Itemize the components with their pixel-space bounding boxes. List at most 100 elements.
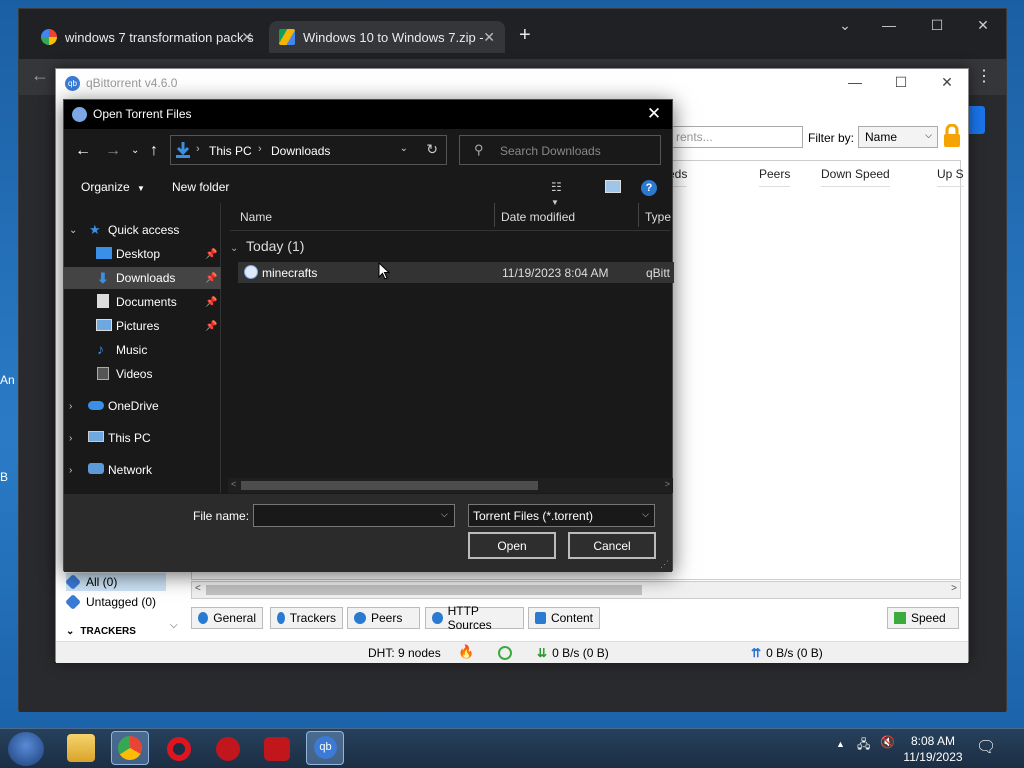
chrome-taskbar-button[interactable] xyxy=(111,731,149,765)
tab-http-sources[interactable]: HTTP Sources xyxy=(425,604,524,632)
nav-pictures[interactable]: Pictures 📌 xyxy=(64,315,221,337)
trackers-section-header[interactable]: ⌄ TRACKERS xyxy=(66,627,136,635)
scroll-right-icon[interactable]: > xyxy=(665,479,670,489)
nav-desktop[interactable]: Desktop 📌 xyxy=(64,243,221,265)
scroll-left-icon[interactable]: < xyxy=(231,479,236,489)
view-options-icon[interactable]: ☷ ▼ xyxy=(551,180,567,207)
nav-documents[interactable]: Documents 📌 xyxy=(64,291,221,313)
nav-onedrive[interactable]: › OneDrive xyxy=(64,395,221,417)
notifications-icon[interactable]: 🗨 xyxy=(976,737,996,757)
search-downloads-input[interactable]: ⚲ Search Downloads xyxy=(459,135,661,165)
minimize-icon[interactable]: — xyxy=(832,74,878,90)
chrome-tab-active[interactable]: Windows 10 to Windows 7.zip - ✕ xyxy=(269,21,505,53)
tab-general[interactable]: General xyxy=(191,607,263,629)
start-button[interactable] xyxy=(8,732,44,766)
maximize-icon[interactable]: ☐ xyxy=(922,17,952,34)
back-arrow-icon[interactable]: ← xyxy=(31,65,49,86)
chrome-tab[interactable]: windows 7 transformation pack s ✕ xyxy=(31,21,263,53)
up-arrow-icon[interactable]: ↑ xyxy=(150,142,158,160)
horizontal-scrollbar[interactable]: < > xyxy=(228,478,673,493)
refresh-icon[interactable]: ↻ xyxy=(426,141,438,158)
horizontal-scrollbar[interactable]: < > xyxy=(191,581,961,599)
column-divider[interactable] xyxy=(638,203,639,227)
nav-downloads[interactable]: ⬇ Downloads 📌 xyxy=(64,267,221,289)
new-folder-button[interactable]: New folder xyxy=(172,180,229,194)
opera-icon[interactable] xyxy=(167,737,191,761)
clock[interactable]: 8:08 AM 11/19/2023 xyxy=(903,733,963,765)
tab-content[interactable]: Content xyxy=(528,607,600,629)
column-header-name[interactable]: Name xyxy=(240,203,272,229)
column-header-type[interactable]: Type xyxy=(645,203,671,229)
nav-music[interactable]: ♪ Music xyxy=(64,339,221,361)
scroll-left-icon[interactable]: < xyxy=(195,583,201,594)
pin-icon[interactable]: 📌 xyxy=(205,321,217,332)
nav-this-pc[interactable]: › This PC xyxy=(64,427,221,449)
chevron-down-icon[interactable]: ⌄ xyxy=(830,17,860,34)
new-tab-button[interactable]: + xyxy=(519,25,531,45)
navigation-pane: ⌄ ★ Quick access Desktop 📌 ⬇ Downloads 📌… xyxy=(64,203,221,493)
connection-status-icon[interactable] xyxy=(498,646,512,660)
cancel-button[interactable]: Cancel xyxy=(568,532,656,559)
more-menu-icon[interactable]: ⋮ xyxy=(976,66,992,86)
file-row[interactable]: minecrafts 11/19/2023 8:04 AM qBitt xyxy=(238,262,674,283)
column-header[interactable]: Up S xyxy=(937,161,964,187)
recent-locations-icon[interactable]: ⌄ xyxy=(131,145,139,156)
breadcrumb-this-pc[interactable]: This PC xyxy=(209,144,252,158)
minimize-icon[interactable]: — xyxy=(874,17,904,33)
help-icon[interactable]: ? xyxy=(641,180,657,196)
app-icon[interactable] xyxy=(216,737,240,761)
back-arrow-icon[interactable]: ← xyxy=(75,142,91,160)
column-divider[interactable] xyxy=(494,203,495,227)
column-header[interactable]: Peers xyxy=(759,161,791,187)
open-button[interactable]: Open xyxy=(468,532,556,559)
download-speed[interactable]: ⇊ 0 B/s (0 B) xyxy=(537,646,609,660)
close-icon[interactable]: ✕ xyxy=(644,104,664,124)
tab-speed[interactable]: Speed xyxy=(887,607,959,629)
file-explorer-icon[interactable] xyxy=(67,734,95,762)
show-hidden-icons-icon[interactable]: ▲ xyxy=(836,739,845,749)
scroll-right-icon[interactable]: > xyxy=(951,583,957,594)
upload-speed[interactable]: ⇈ 0 B/s (0 B) xyxy=(751,646,823,660)
forward-arrow-icon[interactable]: → xyxy=(105,142,121,160)
filter-select[interactable]: Name ⌵ xyxy=(858,126,938,148)
chevron-right-icon: › xyxy=(69,432,73,444)
file-type: qBitt xyxy=(646,266,671,280)
nav-network[interactable]: › Network xyxy=(64,459,221,481)
pin-icon[interactable]: 📌 xyxy=(205,297,217,308)
tab-trackers[interactable]: Trackers xyxy=(270,607,343,629)
torrent-search-input[interactable]: rents... xyxy=(669,126,803,148)
organize-button[interactable]: Organize ▼ xyxy=(81,180,145,194)
nav-quick-access[interactable]: ⌄ ★ Quick access xyxy=(64,219,221,241)
qbittorrent-taskbar-button[interactable]: qb xyxy=(306,731,344,765)
preview-pane-icon[interactable] xyxy=(605,180,621,193)
close-tab-icon[interactable]: ✕ xyxy=(241,29,253,46)
pin-icon[interactable]: 📌 xyxy=(205,273,217,284)
close-tab-icon[interactable]: ✕ xyxy=(483,29,495,46)
volume-muted-icon[interactable]: 🔇 xyxy=(880,735,895,749)
file-type-select[interactable]: Torrent Files (*.torrent) ⌵ xyxy=(468,504,655,527)
recorder-icon[interactable] xyxy=(264,737,290,761)
resize-grip-icon[interactable]: ⋰ xyxy=(660,559,669,570)
nav-videos[interactable]: Videos xyxy=(64,363,221,385)
tag-filter-untagged[interactable]: Untagged (0) xyxy=(65,594,156,610)
column-header[interactable]: Down Speed xyxy=(821,161,890,187)
network-status-icon[interactable]: 🖧 xyxy=(857,735,870,756)
chevron-down-icon[interactable]: ⌄ xyxy=(400,143,408,154)
close-icon[interactable]: ✕ xyxy=(924,74,970,91)
maximize-icon[interactable]: ☐ xyxy=(878,74,924,91)
column-header-date[interactable]: Date modified xyxy=(501,203,575,229)
file-group-header[interactable]: ⌄ Today (1) xyxy=(230,238,304,254)
address-bar[interactable]: › This PC › Downloads ⌄ ↻ xyxy=(170,135,447,165)
pin-icon[interactable]: 📌 xyxy=(205,249,217,260)
tab-peers[interactable]: Peers xyxy=(347,607,420,629)
tag-filter-all[interactable]: All (0) xyxy=(65,573,166,591)
breadcrumb-downloads[interactable]: Downloads xyxy=(271,144,330,158)
lock-icon[interactable] xyxy=(942,124,962,148)
scroll-down-icon[interactable]: ⌵ xyxy=(170,620,178,631)
chevron-down-icon[interactable]: ⌵ xyxy=(441,509,448,520)
close-icon[interactable]: ✕ xyxy=(968,17,998,34)
scrollbar-thumb[interactable] xyxy=(241,481,538,490)
file-name-input[interactable] xyxy=(253,504,455,527)
tab-label: Content xyxy=(550,611,593,625)
scrollbar-thumb[interactable] xyxy=(206,585,642,595)
